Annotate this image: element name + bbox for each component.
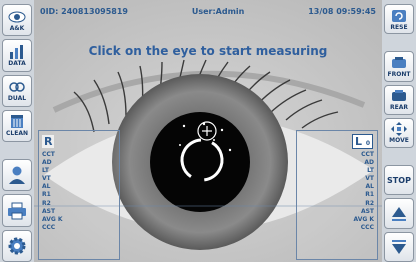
left-eye-tag[interactable]: L 0 bbox=[351, 133, 373, 149]
current-user: User:Admin bbox=[191, 6, 245, 16]
left-toolbar: A&K DATA DUAL CLEAN bbox=[0, 0, 34, 262]
reset-icon bbox=[392, 9, 406, 22]
field-ad: AD bbox=[42, 159, 52, 167]
clean-button-label: CLEAN bbox=[6, 130, 28, 138]
field-r1: R1 bbox=[365, 191, 374, 199]
field-lt: LT bbox=[367, 167, 374, 175]
left-eye-panel[interactable]: L 0 CCT AD LT VT AL R1 R2 AST AVG K CCC bbox=[296, 130, 378, 260]
data-button-label: DATA bbox=[8, 59, 26, 67]
field-lt: LT bbox=[42, 167, 49, 175]
move-arrows-icon bbox=[391, 122, 407, 137]
field-al: AL bbox=[42, 183, 51, 191]
clean-icon bbox=[11, 115, 23, 129]
clean-button[interactable]: CLEAN bbox=[2, 109, 32, 143]
right-eye-tag[interactable]: R bbox=[42, 134, 55, 148]
date-time: 13/08 09:59:45 bbox=[308, 6, 376, 16]
move-up-button[interactable] bbox=[384, 198, 414, 229]
field-r1: R1 bbox=[42, 191, 51, 199]
right-toolbar: RESE FRONT REAR MOVE STOP bbox=[382, 0, 416, 262]
field-ast: AST bbox=[360, 207, 374, 215]
move-button-label: MOVE bbox=[389, 137, 409, 145]
right-eye-panel[interactable]: R CCT AD LT VT AL R1 R2 AST AVG K CCC bbox=[38, 130, 120, 260]
ak-button-label: A&K bbox=[9, 24, 25, 32]
gear-icon bbox=[8, 237, 26, 255]
left-eye-sub: 0 bbox=[365, 139, 370, 147]
field-r2: R2 bbox=[365, 199, 374, 207]
rear-button-label: REAR bbox=[390, 104, 408, 112]
field-cct: CCT bbox=[42, 151, 55, 158]
dual-eye-icon bbox=[9, 82, 25, 92]
field-r2: R2 bbox=[42, 199, 51, 207]
rear-button[interactable]: REAR bbox=[384, 84, 414, 115]
reset-button-label: RESE bbox=[390, 23, 408, 31]
field-ccc: CCC bbox=[42, 223, 56, 231]
chevron-down-icon bbox=[392, 239, 406, 254]
field-avg-k: AVG K bbox=[42, 215, 63, 223]
settings-button[interactable] bbox=[2, 229, 32, 262]
field-ad: AD bbox=[364, 159, 374, 167]
dual-button[interactable]: DUAL bbox=[2, 74, 32, 107]
left-eye-fields: CCT AD LT VT AL R1 R2 AST AVG K CCC bbox=[297, 151, 377, 232]
bar-chart-icon bbox=[10, 44, 23, 59]
move-button[interactable]: MOVE bbox=[384, 117, 414, 149]
field-vt: VT bbox=[365, 175, 374, 183]
front-icon bbox=[392, 56, 406, 68]
chevron-up-icon bbox=[392, 206, 406, 221]
patient-button[interactable] bbox=[2, 159, 32, 192]
left-eye-letter: L bbox=[354, 134, 362, 148]
field-ccc: CCC bbox=[360, 223, 374, 231]
eye-icon bbox=[8, 11, 26, 23]
stop-button-label: STOP bbox=[387, 175, 411, 185]
dual-button-label: DUAL bbox=[7, 95, 27, 103]
data-button[interactable]: DATA bbox=[2, 39, 32, 72]
ak-button[interactable]: A&K bbox=[2, 4, 32, 37]
camera-view[interactable]: 0ID: 240813095819 User:Admin 13/08 09:59… bbox=[34, 0, 382, 262]
printer-icon bbox=[8, 202, 26, 220]
front-button-label: FRONT bbox=[387, 70, 411, 78]
status-bar: 0ID: 240813095819 User:Admin 13/08 09:59… bbox=[34, 0, 382, 22]
field-avg-k: AVG K bbox=[353, 215, 374, 223]
print-button[interactable] bbox=[2, 194, 32, 227]
field-vt: VT bbox=[42, 175, 51, 183]
field-cct: CCT bbox=[361, 151, 374, 158]
instruction-text: Click on the eye to start measuring bbox=[88, 44, 328, 58]
move-down-button[interactable] bbox=[384, 231, 414, 262]
field-al: AL bbox=[365, 183, 374, 191]
rear-icon bbox=[392, 90, 406, 102]
right-eye-fields: CCT AD LT VT AL R1 R2 AST AVG K CCC bbox=[39, 151, 119, 232]
reset-button[interactable]: RESE bbox=[384, 4, 414, 35]
front-button[interactable]: FRONT bbox=[384, 51, 414, 82]
user-icon bbox=[9, 166, 25, 185]
patient-id: 0ID: 240813095819 bbox=[40, 6, 128, 16]
field-ast: AST bbox=[42, 207, 56, 215]
stop-button[interactable]: STOP bbox=[384, 165, 414, 196]
